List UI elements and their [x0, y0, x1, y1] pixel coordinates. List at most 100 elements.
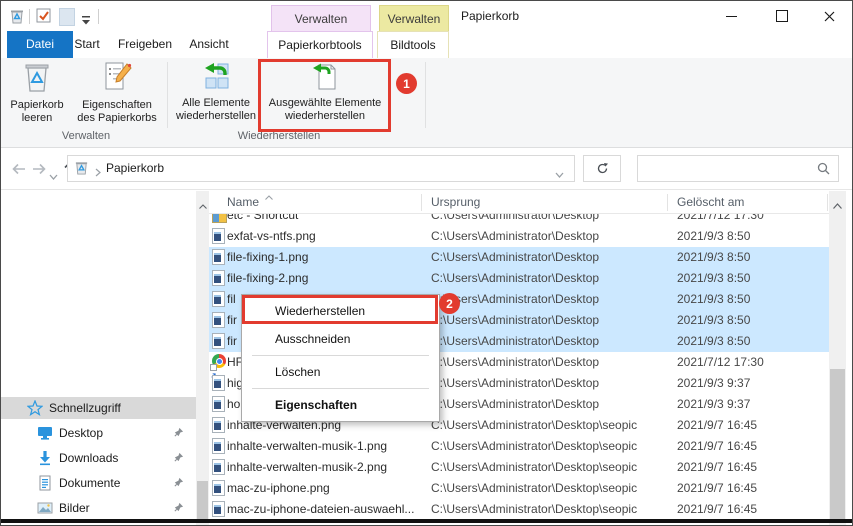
- file-name: inhalte-verwalten-musik-1.png: [227, 436, 417, 457]
- file-origin: C:\Users\Administrator\Desktop: [431, 310, 666, 331]
- button-label: Ausgewählte Elemente: [269, 97, 382, 109]
- restore-all-items-button[interactable]: Alle Elemente wiederherstellen: [171, 61, 261, 131]
- file-origin: C:\Users\Administrator\Desktop: [431, 268, 666, 289]
- restore-all-icon: [171, 61, 261, 95]
- tab-recycletools[interactable]: Papierkorbtools: [267, 31, 373, 58]
- menu-item-eigenschaften[interactable]: Eigenschaften: [242, 391, 439, 419]
- sidebar-item-dokumente[interactable]: Dokumente: [1, 472, 196, 494]
- sidebar-item-bilder[interactable]: Bilder: [1, 497, 196, 519]
- table-row-selected[interactable]: file-fixing-1.png C:\Users\Administrator…: [209, 247, 829, 268]
- file-deleted-date: 2021/9/3 9:37: [677, 394, 822, 415]
- qat-separator: [29, 9, 30, 24]
- png-image-icon: [211, 228, 227, 244]
- column-header-deleted[interactable]: Gelöscht am: [677, 195, 744, 209]
- back-icon[interactable]: [11, 162, 27, 181]
- titlebar: Verwalten Verwalten Papierkorb: [1, 1, 852, 31]
- sidebar-item-desktop[interactable]: Desktop: [1, 422, 196, 444]
- table-row[interactable]: inhalte-verwalten-musik-1.png C:\Users\A…: [209, 436, 829, 457]
- png-image-icon: [211, 396, 227, 412]
- tab-imagetools[interactable]: Bildtools: [377, 31, 449, 58]
- sidebar-item-label: Downloads: [59, 451, 118, 465]
- scroll-up-icon[interactable]: [833, 196, 842, 214]
- file-name: etc - Shortcut: [227, 214, 417, 226]
- tab-start[interactable]: Start: [65, 31, 109, 58]
- button-label: wiederherstellen: [285, 110, 365, 122]
- menu-item-loeschen[interactable]: Löschen: [242, 358, 439, 386]
- column-separator[interactable]: [667, 194, 668, 211]
- pin-icon[interactable]: [173, 452, 184, 466]
- maximize-button[interactable]: [759, 1, 804, 31]
- sidebar-item-label: Desktop: [59, 426, 103, 440]
- search-box[interactable]: [637, 155, 839, 182]
- table-row[interactable]: etc - Shortcut C:\Users\Administrator\De…: [209, 214, 829, 226]
- table-row-selected[interactable]: file-fixing-2.png C:\Users\Administrator…: [209, 268, 829, 289]
- png-image-icon: [211, 480, 227, 496]
- table-row[interactable]: exfat-vs-ntfs.png C:\Users\Administrator…: [209, 226, 829, 247]
- list-scrollbar[interactable]: [829, 191, 846, 525]
- group-label-verwalten: Verwalten: [7, 130, 165, 142]
- file-deleted-date: 2021/7/12 17:30: [677, 214, 822, 226]
- file-origin: C:\Users\Administrator\Desktop\seopic: [431, 478, 666, 499]
- file-origin: C:\Users\Administrator\Desktop: [431, 352, 666, 373]
- file-origin: C:\Users\Administrator\Desktop: [431, 247, 666, 268]
- sidebar-item-downloads[interactable]: Downloads: [1, 447, 196, 469]
- pin-icon[interactable]: [173, 502, 184, 516]
- refresh-button[interactable]: [583, 155, 621, 182]
- recycle-bin-icon: [7, 61, 67, 97]
- breadcrumb-bar[interactable]: Papierkorb: [67, 155, 575, 182]
- column-header-name[interactable]: Name: [227, 195, 259, 209]
- qat-disabled-button: [59, 8, 75, 26]
- breadcrumb-dropdown-chevron-icon[interactable]: [555, 165, 564, 183]
- file-origin: C:\Users\Administrator\Desktop\seopic: [431, 415, 666, 436]
- minimize-button[interactable]: [709, 1, 754, 31]
- scrollbar-thumb[interactable]: [197, 481, 208, 519]
- button-label: Papierkorb: [10, 99, 63, 111]
- sidebar-item-schnellzugriff[interactable]: Schnellzugriff: [1, 397, 196, 419]
- group-separator-2: [425, 62, 426, 128]
- recycle-bin-properties-button[interactable]: Eigenschaften des Papierkorbs: [69, 61, 165, 131]
- sidebar-scrollbar[interactable]: [196, 191, 209, 525]
- contextual-header-label: Verwalten: [388, 12, 441, 26]
- restore-selected-items-button[interactable]: Ausgewählte Elemente wiederherstellen: [263, 61, 387, 131]
- chrome-shortcut-icon: [211, 354, 227, 370]
- recent-locations-chevron-icon[interactable]: [49, 167, 58, 185]
- menu-item-ausschneiden[interactable]: Ausschneiden: [242, 325, 439, 353]
- tab-share[interactable]: Freigeben: [111, 31, 179, 58]
- pin-icon[interactable]: [173, 477, 184, 491]
- column-separator[interactable]: [827, 194, 828, 211]
- png-image-icon: [211, 291, 227, 307]
- png-image-icon: [211, 312, 227, 328]
- table-row[interactable]: inhalte-verwalten-musik-2.png C:\Users\A…: [209, 457, 829, 478]
- close-button[interactable]: [807, 1, 852, 31]
- document-icon: [37, 475, 53, 491]
- empty-recycle-bin-button[interactable]: Papierkorb leeren: [7, 61, 67, 131]
- contextual-header-imagetools: Verwalten: [379, 5, 449, 32]
- png-image-icon: [211, 438, 227, 454]
- tab-file[interactable]: Datei: [7, 31, 73, 58]
- table-row[interactable]: mac-zu-iphone.png C:\Users\Administrator…: [209, 478, 829, 499]
- column-header-origin[interactable]: Ursprung: [431, 195, 480, 209]
- png-image-icon: [211, 270, 227, 286]
- file-origin: C:\Users\Administrator\Desktop: [431, 289, 666, 310]
- tab-view[interactable]: Ansicht: [181, 31, 237, 58]
- breadcrumb[interactable]: Papierkorb: [106, 156, 164, 181]
- file-deleted-date: 2021/9/3 8:50: [677, 226, 822, 247]
- qat-properties-icon[interactable]: [36, 8, 52, 29]
- quick-access-star-icon: [27, 400, 43, 416]
- file-deleted-date: 2021/7/12 17:30: [677, 352, 822, 373]
- scrollbar-thumb[interactable]: [830, 369, 845, 519]
- group-separator: [167, 62, 168, 128]
- minimize-icon: [726, 16, 737, 17]
- file-origin: C:\Users\Administrator\Desktop: [431, 214, 666, 226]
- table-row[interactable]: mac-zu-iphone-dateien-auswaehl... C:\Use…: [209, 499, 829, 520]
- column-separator[interactable]: [421, 194, 422, 211]
- pin-icon[interactable]: [173, 427, 184, 441]
- scroll-up-icon[interactable]: [199, 196, 207, 214]
- pictures-icon: [37, 500, 53, 516]
- sidebar-item-label: Bilder: [59, 501, 90, 515]
- qat-customize-dropdown-icon[interactable]: [81, 12, 91, 30]
- menu-item-wiederherstellen[interactable]: Wiederherstellen: [242, 297, 439, 325]
- file-origin: C:\Users\Administrator\Desktop: [431, 331, 666, 352]
- maximize-icon: [776, 10, 788, 22]
- forward-icon[interactable]: [31, 162, 47, 181]
